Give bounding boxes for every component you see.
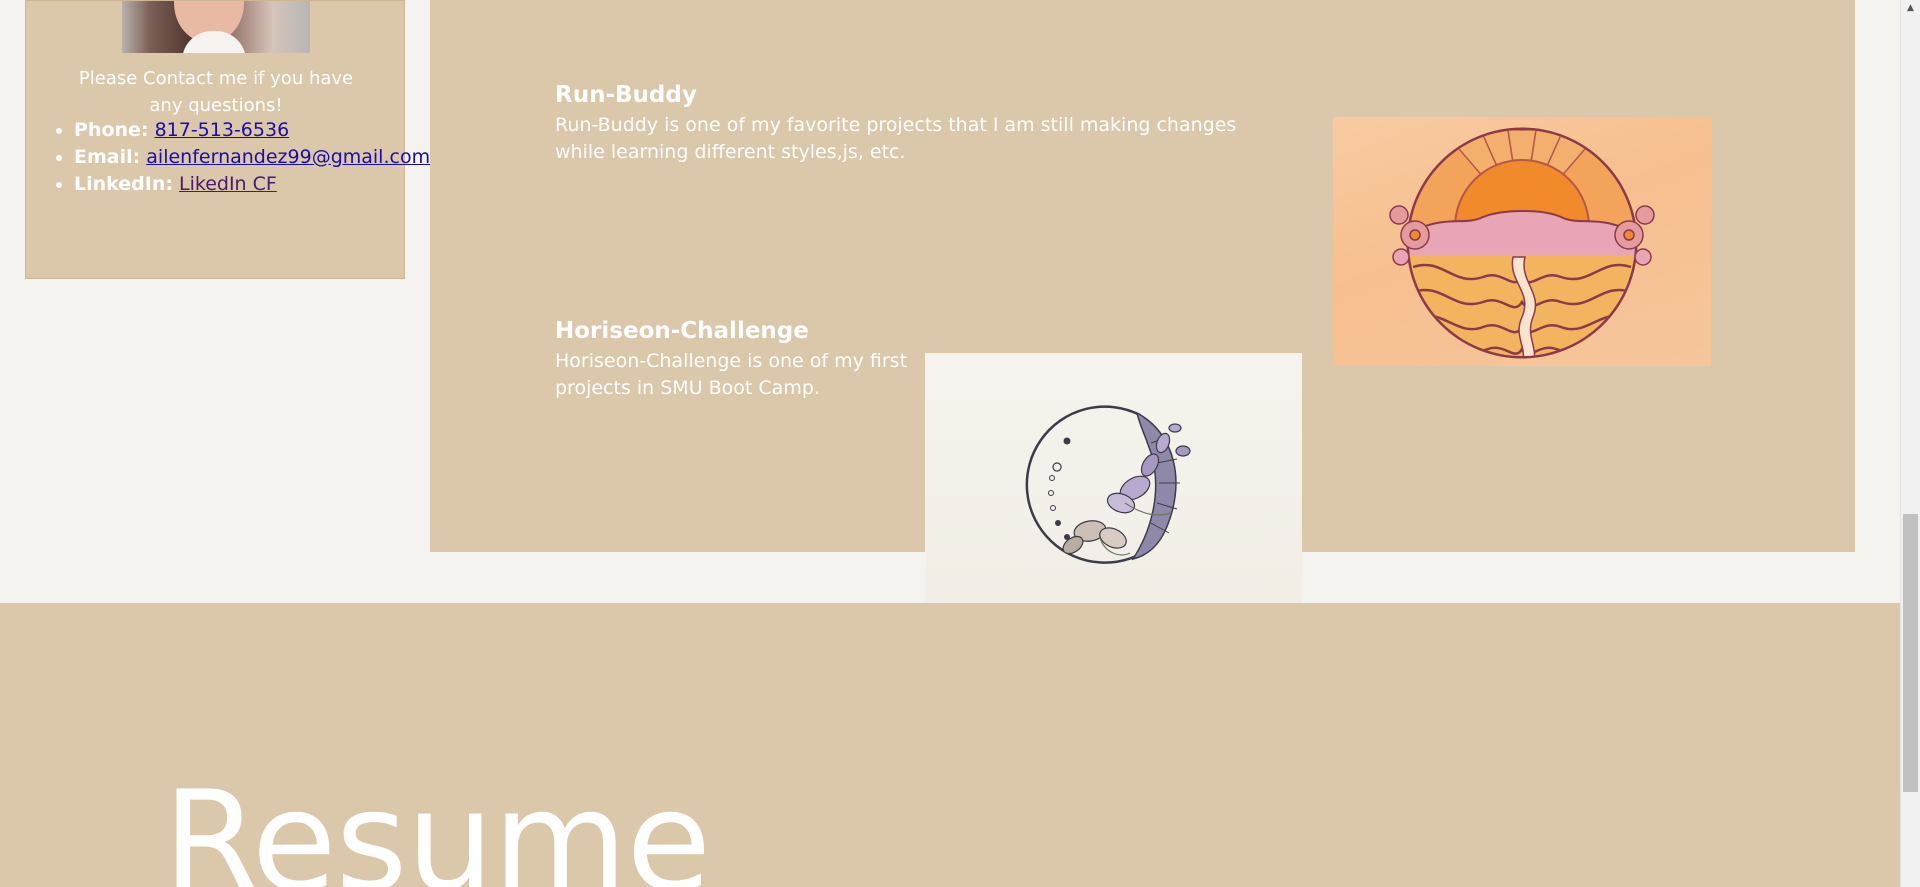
project-title-horiseon[interactable]: Horiseon-Challenge <box>555 318 809 344</box>
linkedin-link[interactable]: LikedIn CF <box>179 173 277 195</box>
scroll-up-arrow-icon[interactable]: ▲ <box>1901 0 1920 17</box>
project-description-horiseon: Horiseon-Challenge is one of my first pr… <box>555 350 908 399</box>
phone-label: Phone: <box>74 119 149 141</box>
project-description-run-buddy: Run-Buddy is one of my favorite projects… <box>555 114 1237 163</box>
resume-heading: Resume <box>163 761 711 887</box>
email-label: Email: <box>74 146 141 168</box>
email-link[interactable]: ailenfernandez99@gmail.com <box>146 146 430 168</box>
horiseon-image[interactable] <box>925 353 1302 603</box>
linkedin-label: LinkedIn: <box>74 173 173 195</box>
resume-section: Resume <box>0 603 1900 887</box>
project-title-run-buddy[interactable]: Run-Buddy <box>555 82 697 108</box>
phone-link[interactable]: 817-513-6536 <box>155 119 290 141</box>
moon-wreath-illustration-icon <box>1025 405 1191 564</box>
page-scrollbar[interactable]: ▲ <box>1900 0 1920 887</box>
contact-phone: Phone: 817-513-6536 <box>74 117 430 144</box>
contact-intro: Please Contact me if you have any questi… <box>78 68 354 116</box>
contact-linkedin: LinkedIn: LikedIn CF <box>74 171 430 198</box>
scrollbar-thumb[interactable] <box>1903 514 1918 792</box>
contact-email: Email: ailenfernandez99@gmail.com <box>74 144 430 171</box>
avatar <box>122 1 310 53</box>
contact-card: Please Contact me if you have any questi… <box>25 0 430 279</box>
sunset-illustration-icon <box>1389 127 1655 359</box>
run-buddy-image[interactable] <box>1333 117 1711 366</box>
page: Please Contact me if you have any questi… <box>0 0 1920 887</box>
contact-list: Phone: 817-513-6536 Email: ailenfernande… <box>26 117 430 198</box>
